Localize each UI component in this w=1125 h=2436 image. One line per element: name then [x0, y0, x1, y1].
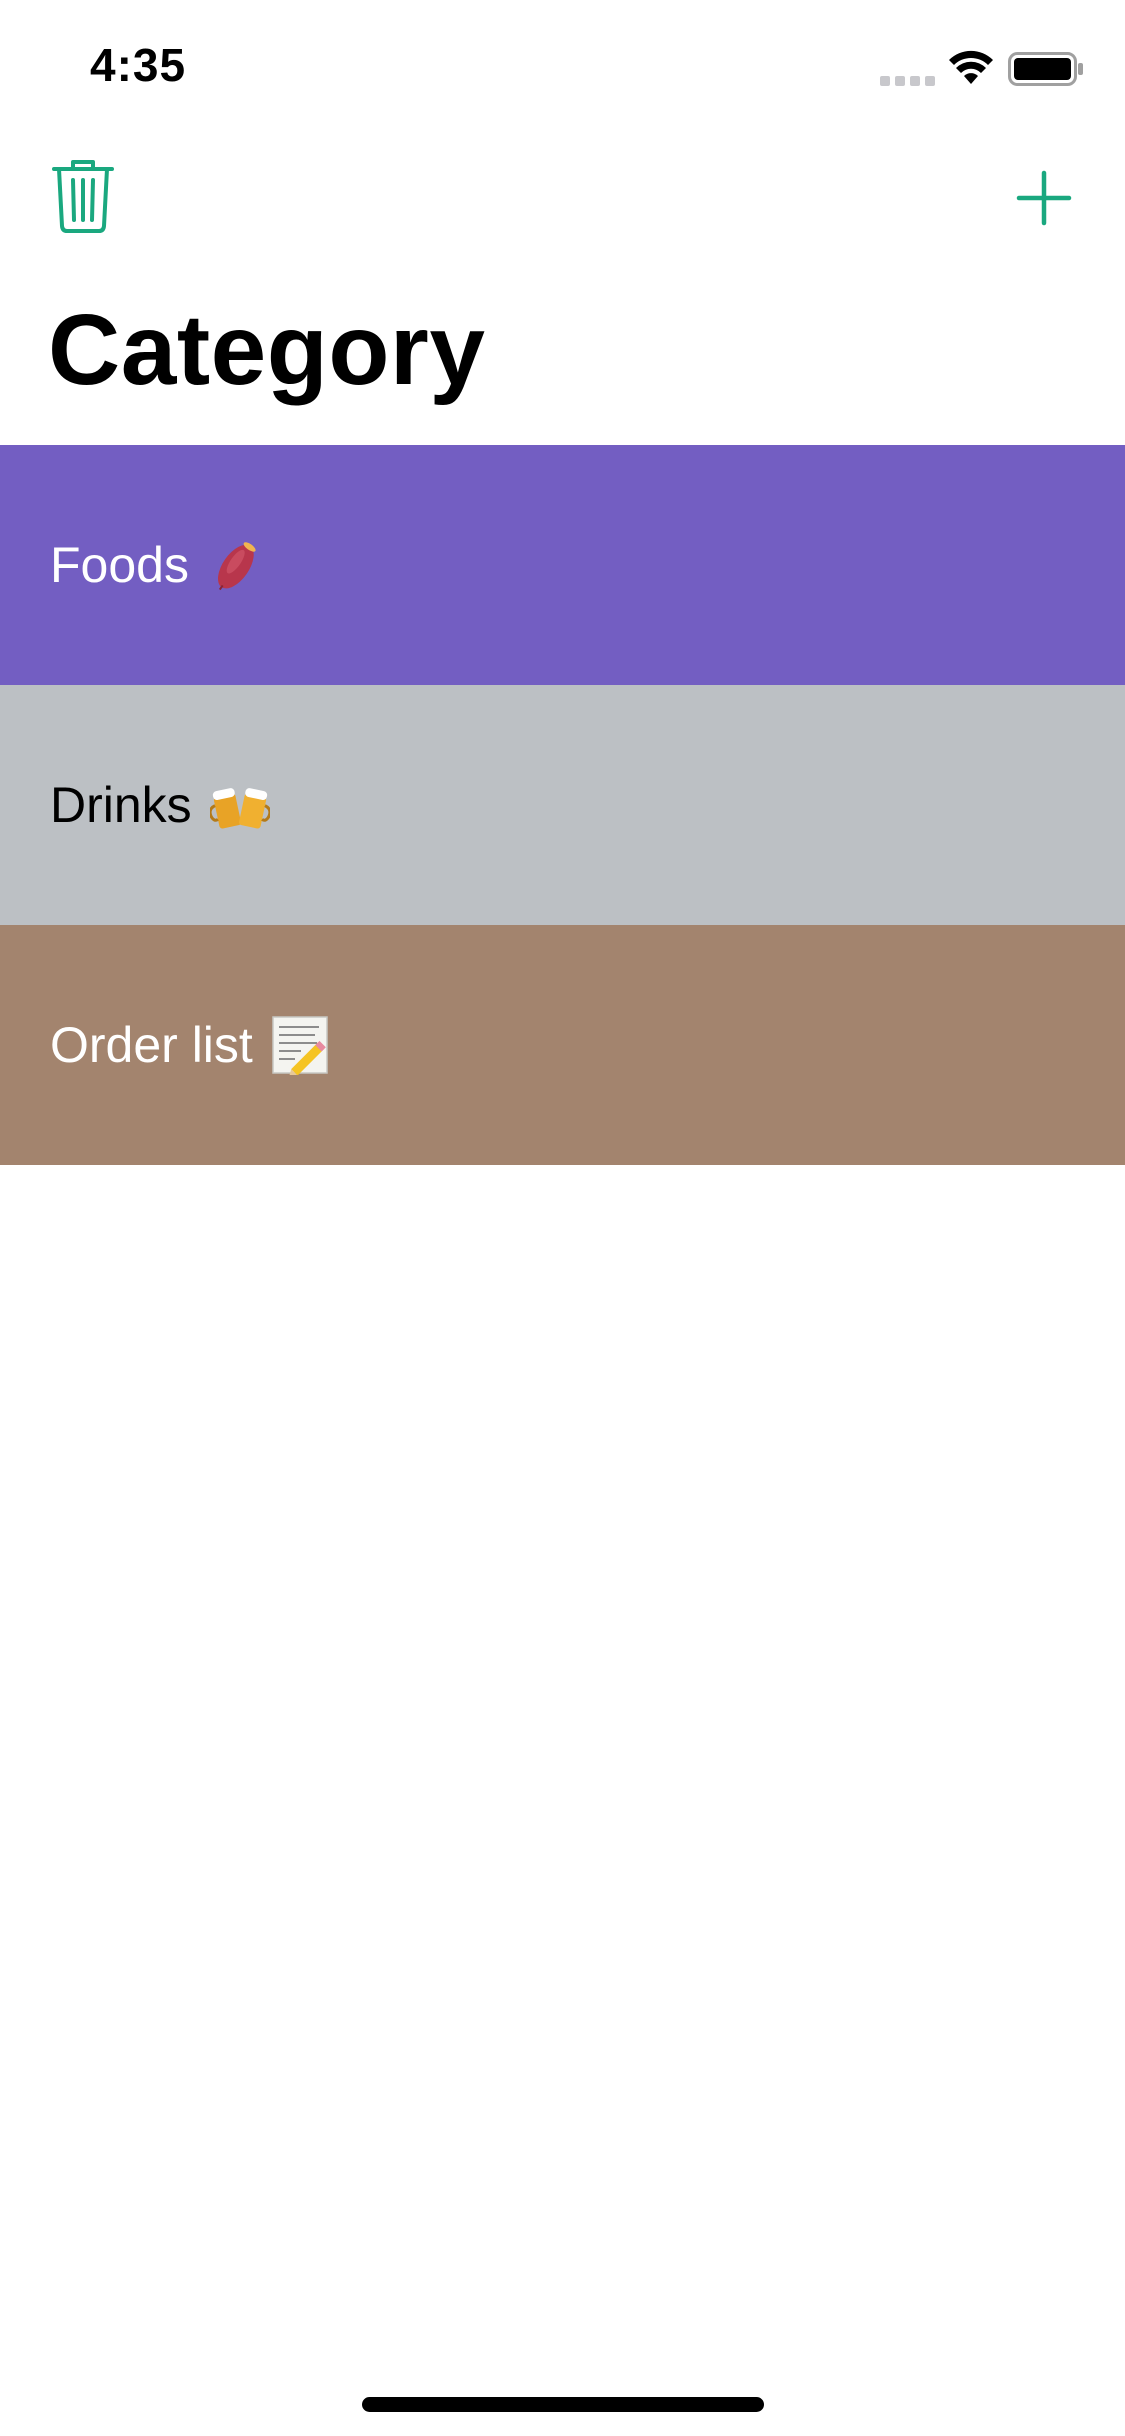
page-title: Category [48, 294, 486, 406]
category-row-order-list[interactable]: Order list [0, 925, 1125, 1165]
battery-icon [1008, 52, 1083, 86]
status-time: 4:35 [90, 39, 187, 91]
category-label: Foods [50, 537, 189, 593]
category-label: Drinks [50, 777, 192, 833]
category-row-foods[interactable]: Foods [0, 445, 1125, 685]
screen: 4:35 Category Foods Drinks Order list [0, 0, 1125, 2436]
add-category-plus-icon[interactable] [1016, 170, 1072, 226]
clinking-beer-mugs-icon [209, 788, 270, 829]
category-row-drinks[interactable]: Drinks [0, 685, 1125, 925]
category-list: Foods Drinks Order list [0, 445, 1125, 1165]
category-label: Order list [50, 1017, 253, 1073]
home-indicator[interactable] [362, 2397, 764, 2412]
trash-icon[interactable] [50, 158, 116, 234]
wifi-icon [949, 50, 993, 84]
cellular-signal-icon [880, 76, 935, 86]
status-bar: 4:35 [0, 0, 1125, 132]
memo-icon [272, 1016, 328, 1075]
sweet-potato-icon [217, 542, 256, 591]
